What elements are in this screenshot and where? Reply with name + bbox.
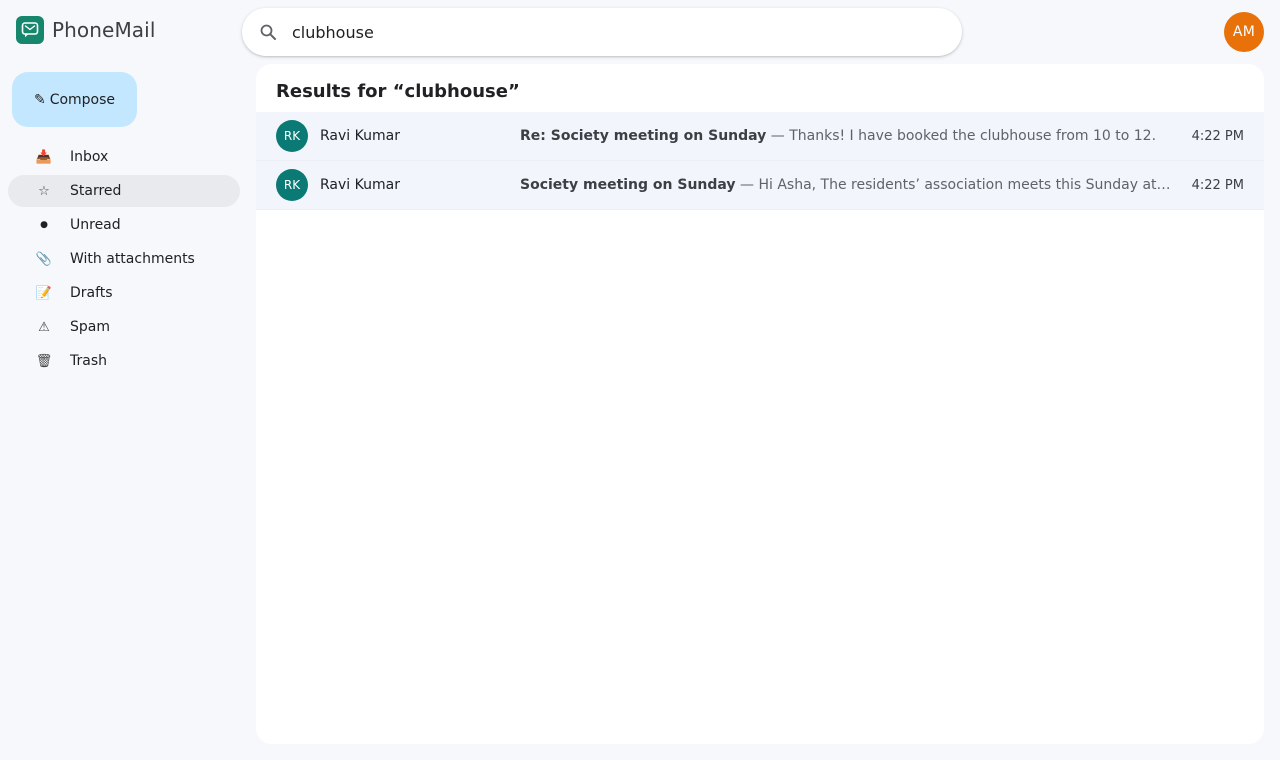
message-snippet: Hi Asha, The residents’ association meet… [758,177,1172,193]
warning-icon: ⚠ [38,319,50,335]
message-list: RK Ravi Kumar Re: Society meeting on Sun… [256,112,1264,210]
page-title: Results for “clubhouse” [276,81,520,102]
avatar: RK [276,169,308,201]
sidebar-item-label: Spam [70,319,110,335]
search-results-panel: Results for “clubhouse” RK Ravi Kumar Re… [256,64,1264,744]
search-icon[interactable] [258,22,278,42]
message-subject: Re: Society meeting on Sunday [520,128,767,144]
mail-bubble-icon [16,16,44,44]
message-time: 4:22 PM [1191,128,1244,144]
message-time: 4:22 PM [1191,177,1244,193]
search-input[interactable] [292,22,932,42]
paperclip-icon: 📎 [35,251,53,267]
sidebar-item-unread[interactable]: ● Unread [8,209,240,241]
sidebar-item-label: Starred [70,183,122,199]
avatar: RK [276,120,308,152]
sidebar-item-drafts[interactable]: 📝 Drafts [8,277,240,309]
sidebar-item-with-attachments[interactable]: 📎 With attachments [8,243,240,275]
message-row[interactable]: RK Ravi Kumar Society meeting on Sunday … [256,161,1264,210]
dot-icon: ● [40,220,48,230]
sidebar-item-label: Drafts [70,285,113,301]
message-subject: Society meeting on Sunday [520,177,736,193]
search-bar [242,8,962,56]
message-separator: — [766,128,790,144]
sidebar-item-label: Unread [70,217,121,233]
sidebar-item-label: Trash [70,353,107,369]
inbox-tray-icon: 📥 [35,149,53,165]
message-sender: Ravi Kumar [320,128,400,144]
sidebar-item-trash[interactable]: 🗑 Trash [8,345,240,377]
message-separator: — [735,177,759,193]
memo-icon: 📝 [35,285,53,301]
app-logo[interactable]: PhoneMail [16,16,155,44]
app-name: PhoneMail [52,18,156,42]
message-row[interactable]: RK Ravi Kumar Re: Society meeting on Sun… [256,112,1264,161]
compose-label: Compose [49,91,116,108]
sidebar-nav: 📥 Inbox ☆ Starred ● Unread 📎 With attach… [8,141,240,379]
message-sender: Ravi Kumar [320,177,400,193]
wastebasket-icon: 🗑 [35,353,53,369]
message-snippet: Thanks! I have booked the clubhouse from… [789,128,1157,144]
sidebar-item-label: Inbox [70,149,109,165]
sidebar-item-spam[interactable]: ⚠ Spam [8,311,240,343]
sidebar-item-inbox[interactable]: 📥 Inbox [8,141,240,173]
message-content: Re: Society meeting on Sunday — Thanks! … [520,128,1172,144]
star-icon: ☆ [38,183,50,199]
pencil-icon: ✎ [33,91,46,108]
message-content: Society meeting on Sunday — Hi Asha, The… [520,177,1172,193]
compose-button[interactable]: ✎ Compose [12,72,137,127]
account-avatar[interactable]: AM [1224,12,1264,52]
sidebar-item-starred[interactable]: ☆ Starred [8,175,240,207]
sidebar-item-label: With attachments [70,251,195,267]
